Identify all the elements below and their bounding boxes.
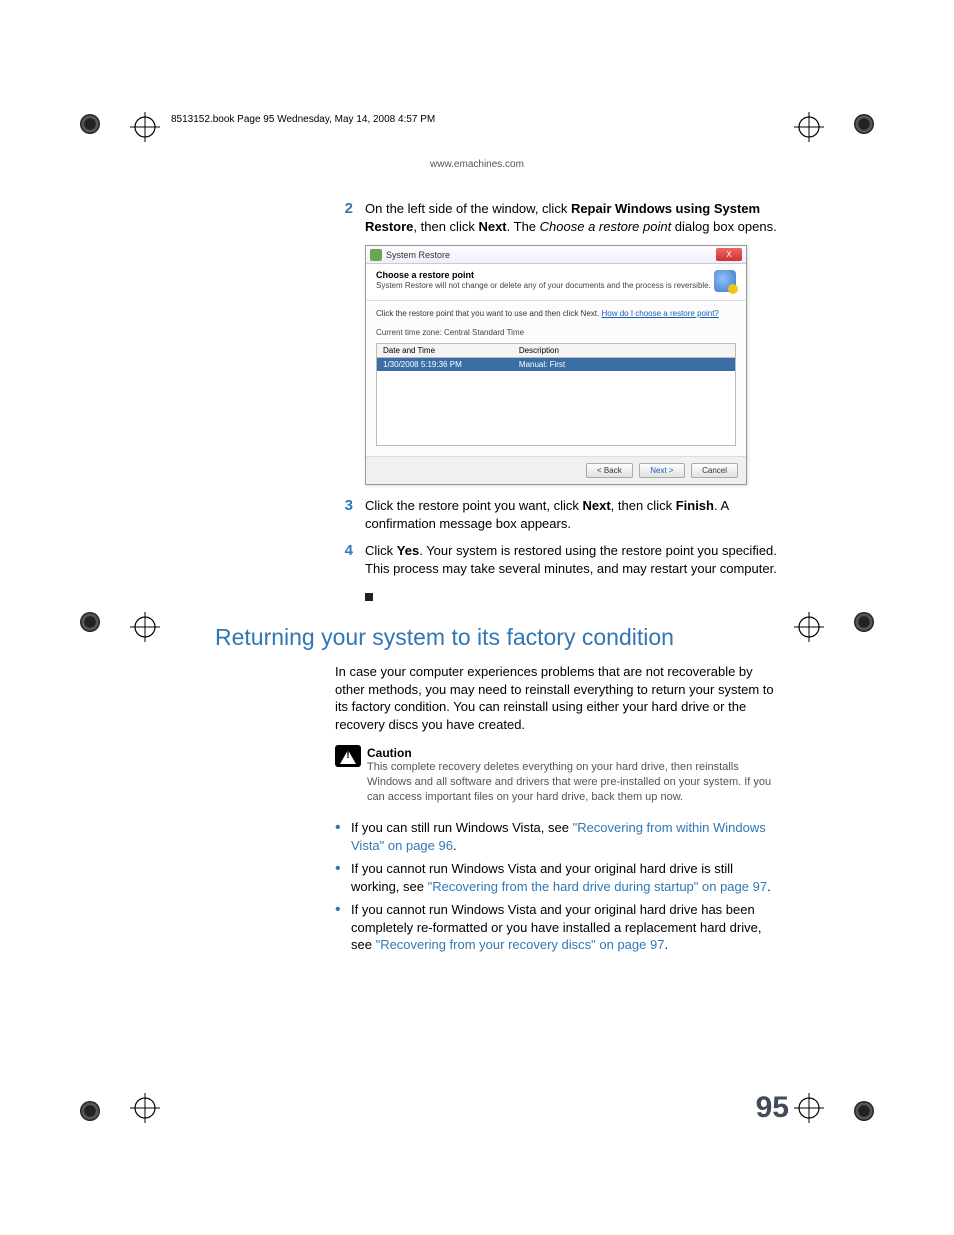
- text: . The: [507, 219, 540, 234]
- warning-icon: [335, 745, 361, 767]
- bullet-list: If you can still run Windows Vista, see …: [335, 819, 779, 954]
- list-item: If you can still run Windows Vista, see …: [335, 819, 779, 854]
- italic-text: Choose a restore point: [540, 219, 672, 234]
- dialog-title: System Restore: [386, 250, 716, 260]
- bold-text: Yes: [397, 543, 419, 558]
- help-link[interactable]: How do I choose a restore point?: [601, 309, 718, 318]
- column-header-date[interactable]: Date and Time: [377, 344, 513, 358]
- step-text: Click the restore point you want, click …: [365, 497, 779, 532]
- text: If you can still run Windows Vista, see: [351, 820, 573, 835]
- column-header-description[interactable]: Description: [513, 344, 736, 358]
- step-3: 3 Click the restore point you want, clic…: [335, 497, 779, 532]
- crop-mark-icon: [794, 1093, 824, 1123]
- dialog-instruction: Click the restore point that you want to…: [376, 309, 736, 318]
- step-2: 2 On the left side of the window, click …: [335, 200, 779, 235]
- crop-mark-icon: [794, 612, 824, 642]
- list-item: If you cannot run Windows Vista and your…: [335, 860, 779, 895]
- table-spacer: [377, 371, 736, 446]
- dialog-heading: Choose a restore point: [376, 270, 714, 280]
- registration-dot: [854, 114, 874, 134]
- registration-dot: [80, 1101, 100, 1121]
- cell-description: Manual: First: [513, 358, 736, 372]
- cell-date: 1/30/2008 5:19:36 PM: [377, 358, 513, 372]
- text: .: [453, 838, 457, 853]
- timezone-label: Current time zone: Central Standard Time: [376, 328, 736, 337]
- bold-text: Finish: [676, 498, 714, 513]
- crop-mark-icon: [130, 112, 160, 142]
- back-button[interactable]: < Back: [586, 463, 633, 478]
- cross-reference-link[interactable]: "Recovering from the hard drive during s…: [428, 879, 767, 894]
- caution-title: Caution: [367, 746, 412, 760]
- step-number: 2: [335, 200, 353, 218]
- crop-mark-icon: [794, 112, 824, 142]
- cross-reference-link[interactable]: "Recovering from your recovery discs" on…: [376, 937, 665, 952]
- close-button[interactable]: X: [716, 248, 742, 261]
- text: dialog box opens.: [671, 219, 777, 234]
- step-number: 4: [335, 542, 353, 560]
- section-heading: Returning your system to its factory con…: [215, 624, 779, 651]
- text: .: [664, 937, 668, 952]
- bold-text: Next: [582, 498, 610, 513]
- text: Click the restore point you want, click: [365, 498, 582, 513]
- system-restore-dialog: System Restore X Choose a restore point …: [365, 245, 747, 485]
- text: On the left side of the window, click: [365, 201, 571, 216]
- restore-icon: [714, 270, 736, 292]
- header-url: www.emachines.com: [165, 159, 789, 170]
- caution-text: This complete recovery deletes everythin…: [367, 760, 779, 805]
- page-number: 95: [756, 1091, 789, 1125]
- registration-dot: [854, 1101, 874, 1121]
- step-text: On the left side of the window, click Re…: [365, 200, 779, 235]
- text: , then click: [611, 498, 676, 513]
- bold-text: Next: [478, 219, 506, 234]
- dialog-app-icon: [370, 249, 382, 261]
- crop-mark-icon: [130, 612, 160, 642]
- step-text: Click Yes. Your system is restored using…: [365, 542, 779, 577]
- text: Click the restore point that you want to…: [376, 309, 599, 318]
- step-number: 3: [335, 497, 353, 515]
- text: .: [767, 879, 771, 894]
- registration-dot: [854, 612, 874, 632]
- table-row[interactable]: 1/30/2008 5:19:36 PM Manual: First: [377, 358, 736, 372]
- caution-box: Caution This complete recovery deletes e…: [335, 745, 779, 805]
- next-button[interactable]: Next >: [639, 463, 684, 478]
- section-end-mark-icon: [365, 593, 373, 601]
- text: Click: [365, 543, 397, 558]
- list-item: If you cannot run Windows Vista and your…: [335, 901, 779, 954]
- dialog-subheading: System Restore will not change or delete…: [376, 281, 714, 290]
- registration-dot: [80, 612, 100, 632]
- text: , then click: [413, 219, 478, 234]
- registration-dot: [80, 114, 100, 134]
- step-4: 4 Click Yes. Your system is restored usi…: [335, 542, 779, 577]
- restore-points-table[interactable]: Date and Time Description 1/30/2008 5:19…: [376, 343, 736, 446]
- text: . Your system is restored using the rest…: [365, 543, 777, 576]
- cancel-button[interactable]: Cancel: [691, 463, 738, 478]
- crop-mark-icon: [130, 1093, 160, 1123]
- book-header: 8513152.book Page 95 Wednesday, May 14, …: [165, 100, 789, 125]
- intro-paragraph: In case your computer experiences proble…: [335, 663, 779, 733]
